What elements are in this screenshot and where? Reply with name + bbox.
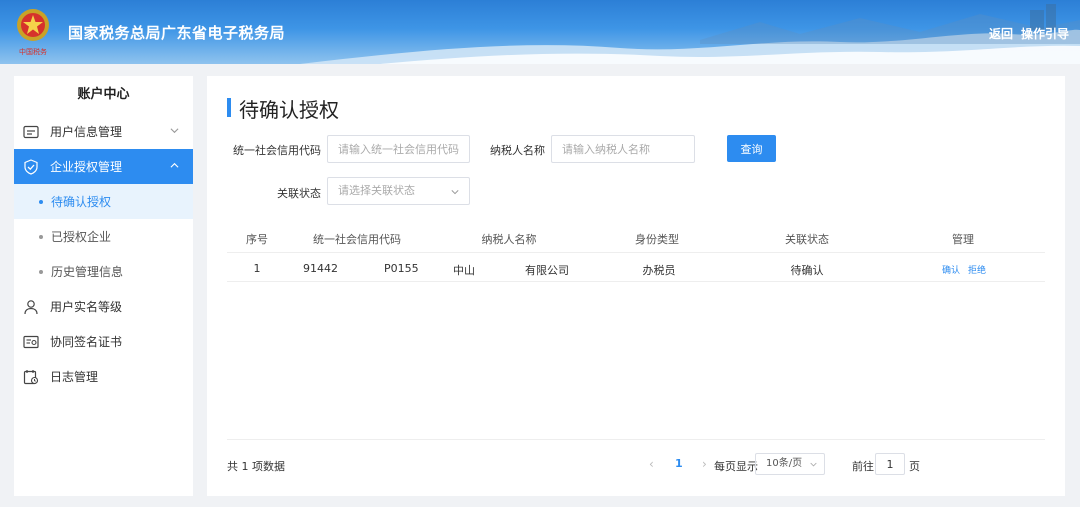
sidebar-subitem-authorized-enterprises[interactable]: 已授权企业 <box>14 219 193 254</box>
sidebar-item-real-name-level[interactable]: 用户实名等级 <box>14 289 193 324</box>
column-header-relation-status: 关联状态 <box>785 233 829 246</box>
credit-code-input[interactable] <box>327 135 470 163</box>
top-banner: 中国税务 国家税务总局广东省电子税务局 返回 操作引导 <box>0 0 1080 64</box>
column-header-management: 管理 <box>952 233 974 246</box>
tax-bureau-emblem-icon: 中国税务 <box>17 9 49 56</box>
page-size-select[interactable]: 10条/页 <box>755 453 825 475</box>
relation-status-select[interactable]: 请选择关联状态 <box>327 177 470 205</box>
id-card-icon <box>23 125 39 138</box>
sidebar-item-label: 企业授权管理 <box>50 160 123 174</box>
sidebar-item-label: 用户信息管理 <box>50 125 123 139</box>
page-number-current[interactable]: 1 <box>675 457 683 470</box>
taxpayer-name-input[interactable] <box>551 135 695 163</box>
column-header-taxpayer-name: 纳税人名称 <box>481 233 537 246</box>
goto-page-input[interactable] <box>875 453 905 475</box>
sidebar-item-label: 日志管理 <box>50 370 99 384</box>
site-title: 国家税务总局广东省电子税务局 <box>68 24 286 42</box>
svg-text:中国税务: 中国税务 <box>19 47 47 56</box>
main-panel: 待确认授权 统一社会信用代码 纳税人名称 查询 关联状态 请选择关联状态 序号 … <box>207 76 1065 496</box>
sidebar-subitem-label: 历史管理信息 <box>51 265 124 279</box>
row-index: 1 <box>253 262 261 275</box>
relation-status-label: 关联状态 <box>277 187 321 200</box>
sidebar-subitem-label: 待确认授权 <box>51 195 112 209</box>
column-header-index: 序号 <box>246 233 268 246</box>
total-count: 共 1 项数据 <box>227 460 285 473</box>
sidebar-title: 账户中心 <box>77 87 130 102</box>
log-calendar-icon <box>23 369 39 384</box>
sidebar-subitem-label: 已授权企业 <box>51 230 112 244</box>
sidebar-item-enterprise-auth[interactable]: 企业授权管理 <box>14 149 193 184</box>
redacted-block <box>475 265 525 277</box>
query-button[interactable]: 查询 <box>727 135 776 162</box>
chevron-down-icon <box>451 190 459 195</box>
bullet-dot <box>39 269 43 274</box>
taxpayer-name-label: 纳税人名称 <box>490 144 545 157</box>
shield-check-icon <box>24 158 38 175</box>
credit-code-label: 统一社会信用代码 <box>233 144 321 157</box>
redacted-block <box>338 263 384 275</box>
table-footer-divider <box>227 439 1045 440</box>
bullet-dot <box>39 199 43 204</box>
page-size-label: 每页显示 <box>714 460 758 473</box>
credit-code-suffix: P0155 <box>384 262 419 275</box>
back-link[interactable]: 返回 <box>989 25 1013 42</box>
column-header-credit-code: 统一社会信用代码 <box>313 233 401 246</box>
row-taxpayer-name: 中山 有限公司 <box>453 262 603 278</box>
sidebar-item-cosign-certificate[interactable]: 协同签名证书 <box>14 324 193 359</box>
chevron-down-icon <box>810 462 817 467</box>
sidebar-subitem-pending-auth[interactable]: 待确认授权 <box>14 184 193 219</box>
operation-guide-link[interactable]: 操作引导 <box>1021 25 1069 42</box>
bullet-dot <box>39 234 43 239</box>
relation-status-placeholder: 请选择关联状态 <box>338 184 415 197</box>
sidebar-item-log-management[interactable]: 日志管理 <box>14 359 193 394</box>
chevron-up-icon <box>170 162 179 168</box>
row-relation-status: 待确认 <box>790 264 824 277</box>
page-size-value: 10条/页 <box>766 458 803 469</box>
goto-label: 前往 <box>852 460 874 473</box>
column-header-identity-type: 身份类型 <box>635 233 679 246</box>
page-title: 待确认授权 <box>227 94 339 123</box>
prev-page-button[interactable]: ‹ <box>649 457 654 471</box>
credit-code-prefix: 91442 <box>303 262 338 275</box>
table-row: 1 91442 P0155 中山 有限公司 办税员 待确认 确认 拒绝 <box>227 252 1045 282</box>
row-credit-code: 91442 P0155 <box>303 262 453 275</box>
account-center-sidebar: 账户中心 用户信息管理 企业授权管理 待确认授权 已授权企业 历史管理信息 用户… <box>14 76 193 496</box>
user-icon <box>24 299 38 314</box>
taxpayer-suffix: 有限公司 <box>525 264 569 277</box>
confirm-link[interactable]: 确认 <box>942 263 960 276</box>
certificate-icon <box>23 335 39 348</box>
sidebar-item-label: 用户实名等级 <box>50 300 123 314</box>
sidebar-subitem-history[interactable]: 历史管理信息 <box>14 254 193 289</box>
chevron-down-icon <box>170 128 179 134</box>
goto-unit: 页 <box>909 460 920 473</box>
row-identity-type: 办税员 <box>642 264 676 277</box>
next-page-button[interactable]: › <box>702 457 707 471</box>
taxpayer-prefix: 中山 <box>453 264 475 277</box>
sidebar-item-user-info[interactable]: 用户信息管理 <box>14 114 193 149</box>
sidebar-item-label: 协同签名证书 <box>50 335 123 349</box>
reject-link[interactable]: 拒绝 <box>968 263 986 276</box>
